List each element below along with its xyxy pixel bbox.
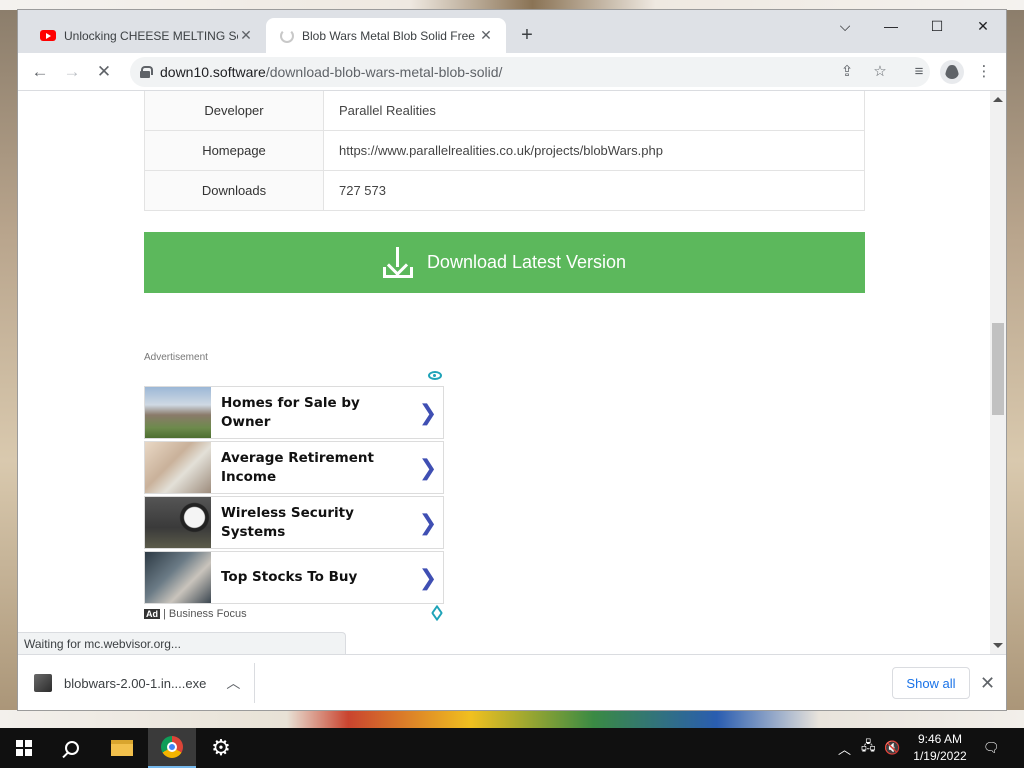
table-row: Developer Parallel Realities	[144, 91, 865, 131]
chevron-right-icon: ❯	[418, 399, 438, 425]
notification-icon[interactable]: 🗨	[983, 728, 1000, 768]
system-clock[interactable]: 9:46 AM 1/19/2022	[905, 731, 975, 765]
clock-time: 9:46 AM	[917, 732, 963, 746]
scroll-up-arrow-icon[interactable]	[993, 97, 1003, 102]
windows-logo-icon	[16, 740, 32, 756]
new-tab-button[interactable]: +	[516, 25, 538, 47]
ad-badge: Ad	[144, 609, 160, 619]
file-explorer-button[interactable]	[98, 728, 146, 768]
close-window-button[interactable]: ✕	[960, 10, 1006, 42]
lock-icon[interactable]	[140, 66, 153, 78]
table-value: 727 573	[323, 170, 865, 211]
ad-source: Business Focus	[168, 608, 247, 620]
divider	[254, 663, 255, 703]
chevron-right-icon: ❯	[418, 509, 438, 535]
page-content: Developer Parallel Realities Homepage ht…	[18, 91, 990, 654]
gear-icon: ⚙	[211, 735, 231, 760]
address-bar[interactable]: down10.software/download-blob-wars-metal…	[130, 57, 930, 87]
chrome-taskbar-button[interactable]	[148, 728, 196, 768]
network-icon[interactable]: 🖧	[861, 728, 876, 768]
homepage-link[interactable]: https://www.parallelrealities.co.uk/proj…	[323, 130, 865, 171]
bookmark-star-icon[interactable]: ☆	[869, 60, 891, 82]
volume-muted-icon[interactable]: 🔇	[884, 728, 900, 768]
close-shelf-icon[interactable]: ✕	[980, 673, 995, 694]
scroll-thumb[interactable]	[992, 323, 1004, 415]
ad-item-homes[interactable]: Homes for Sale by Owner ❯	[144, 386, 444, 439]
chevron-right-icon: ❯	[418, 454, 438, 480]
show-all-button[interactable]: Show all	[892, 667, 970, 699]
show-hidden-icons-chevron-icon[interactable]: ︿	[838, 728, 851, 768]
page-scrollbar[interactable]	[990, 91, 1006, 654]
table-row: Downloads 727 573	[144, 170, 865, 211]
adchoices-triangle-icon[interactable]	[431, 604, 443, 622]
tab-youtube[interactable]: Unlocking CHEESE MELTING Secr ✕	[26, 18, 266, 53]
stop-loading-button[interactable]: ✕	[91, 59, 117, 85]
chrome-icon	[161, 736, 183, 758]
scroll-down-arrow-icon[interactable]	[993, 643, 1003, 648]
trader-thumbnail	[145, 552, 211, 603]
start-button[interactable]	[0, 728, 48, 768]
tab-strip: Unlocking CHEESE MELTING Secr ✕ Blob War…	[18, 10, 1006, 53]
share-icon[interactable]: ⇪	[836, 60, 858, 82]
browser-toolbar: ← → ✕ down10.software/download-blob-wars…	[18, 53, 1006, 91]
menu-kebab-icon[interactable]: ⋮	[973, 60, 995, 82]
profile-avatar[interactable]	[940, 60, 964, 84]
ad-item-stocks[interactable]: Top Stocks To Buy ❯	[144, 551, 444, 604]
table-key: Developer	[144, 91, 324, 131]
advertisement-label: Advertisement	[144, 352, 208, 363]
download-item[interactable]: blobwars-2.00-1.in....exe ︿	[34, 667, 240, 699]
tab-title: Blob Wars Metal Blob Solid Free	[302, 28, 475, 43]
download-latest-button[interactable]: Download Latest Version	[144, 232, 865, 293]
ad-title: Homes for Sale by Owner	[221, 394, 360, 430]
download-button-label: Download Latest Version	[426, 252, 627, 272]
table-value: Parallel Realities	[323, 91, 865, 131]
back-button[interactable]: ←	[27, 59, 53, 85]
desktop-wallpaper-bottom	[0, 710, 1024, 728]
installer-file-icon	[34, 674, 52, 692]
tab-close-icon[interactable]: ✕	[238, 27, 254, 44]
media-control-icon[interactable]: ≡	[908, 60, 930, 82]
minimize-button[interactable]: —	[868, 10, 914, 42]
url-text[interactable]: down10.software/download-blob-wars-metal…	[160, 64, 502, 80]
retirees-thumbnail	[145, 442, 211, 493]
search-icon	[65, 741, 79, 755]
forward-button[interactable]: →	[59, 59, 85, 85]
tab-blob-wars[interactable]: Blob Wars Metal Blob Solid Free ✕	[266, 18, 506, 53]
chevron-up-icon[interactable]: ︿	[226, 673, 240, 693]
camera-thumbnail	[145, 497, 211, 548]
browser-window: Unlocking CHEESE MELTING Secr ✕ Blob War…	[17, 9, 1007, 711]
chevron-right-icon: ❯	[418, 564, 438, 590]
download-icon	[382, 246, 413, 279]
clock-date: 1/19/2022	[913, 749, 967, 763]
status-bubble: Waiting for mc.webvisor.org...	[18, 632, 346, 654]
table-key: Downloads	[144, 170, 324, 211]
tab-close-icon[interactable]: ✕	[478, 27, 494, 44]
software-info-table: Developer Parallel Realities Homepage ht…	[144, 91, 865, 211]
search-button[interactable]	[48, 728, 96, 768]
ad-title: Top Stocks To Buy	[221, 569, 358, 585]
folder-icon	[111, 740, 133, 756]
download-shelf: blobwars-2.00-1.in....exe ︿ Show all ✕	[18, 654, 1006, 710]
ad-item-retirement[interactable]: Average Retirement Income ❯	[144, 441, 444, 494]
ad-title: Average Retirement Income	[221, 449, 374, 485]
download-filename: blobwars-2.00-1.in....exe	[64, 675, 207, 691]
youtube-icon	[40, 30, 56, 41]
maximize-button[interactable]: ☐	[914, 10, 960, 42]
table-key: Homepage	[144, 130, 324, 171]
settings-button[interactable]: ⚙	[197, 728, 245, 768]
tab-title: Unlocking CHEESE MELTING Secr	[64, 28, 238, 43]
house-thumbnail	[145, 387, 211, 438]
tab-search-chevron-icon[interactable]: ⌵	[822, 10, 868, 42]
ad-footer[interactable]: Ad | Business Focus	[144, 604, 444, 622]
windows-taskbar: ⚙ ︿ 🖧 🔇 9:46 AM 1/19/2022 🗨	[0, 728, 1024, 768]
ad-title: Wireless Security Systems	[221, 504, 354, 540]
ad-item-security[interactable]: Wireless Security Systems ❯	[144, 496, 444, 549]
adchoices-icon[interactable]	[428, 371, 442, 380]
ad-unit: Homes for Sale by Owner ❯ Average Retire…	[144, 386, 444, 606]
table-row: Homepage https://www.parallelrealities.c…	[144, 130, 865, 171]
loading-spinner-icon	[280, 28, 294, 43]
